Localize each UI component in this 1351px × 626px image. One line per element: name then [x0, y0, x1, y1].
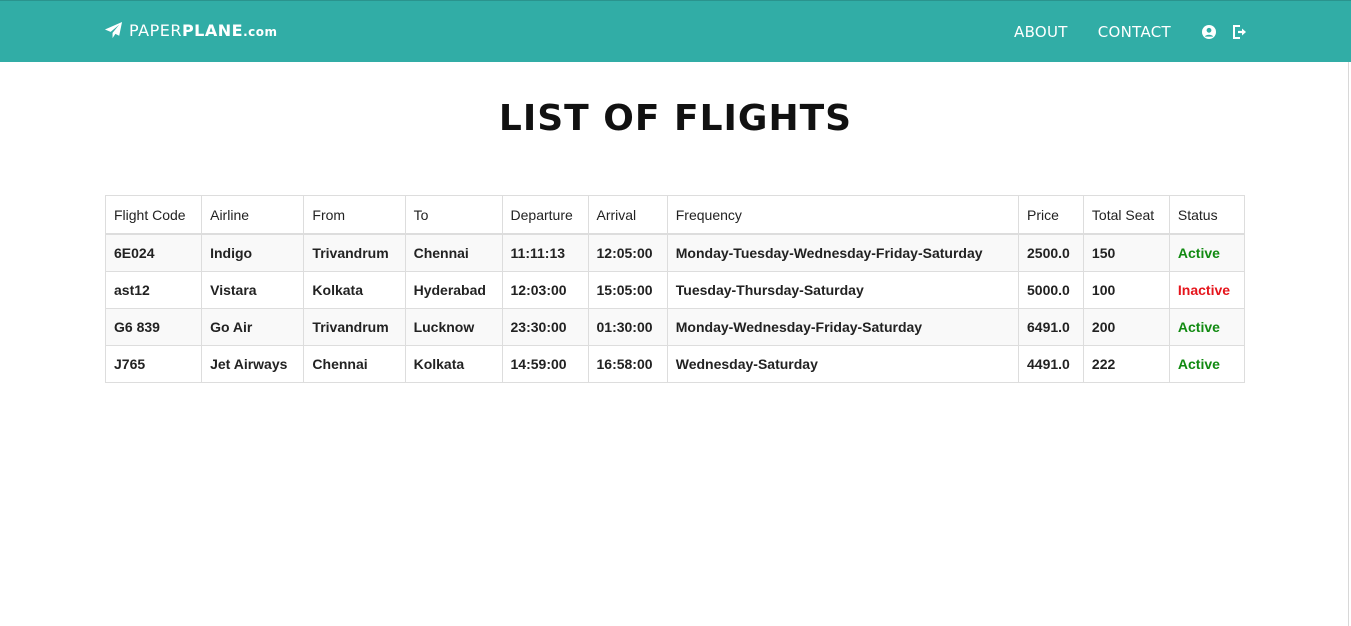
cell-frequency: Monday-Tuesday-Wednesday-Friday-Saturday — [666, 233, 1020, 272]
logout-icon[interactable] — [1231, 24, 1247, 40]
page-title: LIST OF FLIGHTS — [498, 98, 853, 139]
header-from: From — [303, 195, 406, 235]
cell-to: Chennai — [404, 233, 503, 272]
table-row: J765 Jet Airways Chennai Kolkata 14:59:0… — [104, 345, 1246, 383]
header-departure: Departure — [501, 195, 589, 235]
header-flight-code: Flight Code — [104, 195, 203, 235]
brand-logo-link[interactable]: PAPER PLANE .com — [104, 21, 278, 40]
nav-links: ABOUT CONTACT — [984, 1, 1247, 63]
cell-departure: 11:11:13 — [501, 233, 589, 272]
cell-arrival: 15:05:00 — [587, 271, 668, 309]
cell-price: 4491.0 — [1018, 345, 1084, 383]
cell-airline: Go Air — [201, 308, 305, 346]
cell-from: Trivandrum — [303, 308, 406, 346]
cell-status: Active — [1168, 308, 1246, 346]
brand-name-light: PAPER — [129, 21, 182, 40]
cell-status: Inactive — [1168, 271, 1246, 309]
cell-frequency: Tuesday-Thursday-Saturday — [666, 271, 1020, 309]
cell-flight-code: J765 — [104, 345, 203, 383]
cell-flight-code: 6E024 — [104, 233, 203, 272]
cell-from: Chennai — [303, 345, 406, 383]
user-icon[interactable] — [1201, 24, 1217, 40]
header-frequency: Frequency — [666, 195, 1020, 235]
cell-price: 2500.0 — [1018, 233, 1084, 272]
cell-flight-code: ast12 — [104, 271, 203, 309]
cell-status: Active — [1168, 233, 1246, 272]
cell-total-seat: 150 — [1082, 233, 1170, 272]
brand-name-bold: PLANE — [181, 21, 244, 40]
cell-departure: 23:30:00 — [501, 308, 589, 346]
cell-total-seat: 222 — [1082, 345, 1170, 383]
header-arrival: Arrival — [587, 195, 668, 235]
cell-from: Trivandrum — [303, 233, 406, 272]
paper-plane-icon — [104, 21, 123, 39]
header-airline: Airline — [201, 195, 305, 235]
cell-airline: Jet Airways — [201, 345, 305, 383]
cell-departure: 14:59:00 — [501, 345, 589, 383]
cell-airline: Indigo — [201, 233, 305, 272]
scrollbar-edge — [1348, 62, 1349, 626]
cell-from: Kolkata — [303, 271, 406, 309]
header-to: To — [404, 195, 503, 235]
brand-name-suffix: .com — [243, 25, 278, 39]
cell-departure: 12:03:00 — [501, 271, 589, 309]
navbar: PAPER PLANE .com ABOUT CONTACT — [0, 0, 1351, 62]
cell-frequency: Wednesday-Saturday — [666, 345, 1020, 383]
cell-flight-code: G6 839 — [104, 308, 203, 346]
header-status: Status — [1168, 195, 1246, 235]
header-price: Price — [1018, 195, 1084, 235]
cell-airline: Vistara — [201, 271, 305, 309]
table-row: G6 839 Go Air Trivandrum Lucknow 23:30:0… — [104, 308, 1246, 346]
nav-link-contact[interactable]: CONTACT — [1098, 23, 1171, 41]
header-total-seat: Total Seat — [1082, 195, 1170, 235]
flights-table: Flight Code Airline From To Departure Ar… — [104, 195, 1246, 383]
cell-total-seat: 200 — [1082, 308, 1170, 346]
cell-status: Active — [1168, 345, 1246, 383]
cell-arrival: 01:30:00 — [587, 308, 668, 346]
table-header-row: Flight Code Airline From To Departure Ar… — [104, 195, 1246, 235]
cell-to: Kolkata — [404, 345, 503, 383]
table-row: 6E024 Indigo Trivandrum Chennai 11:11:13… — [104, 233, 1246, 272]
cell-to: Hyderabad — [404, 271, 503, 309]
cell-total-seat: 100 — [1082, 271, 1170, 309]
cell-price: 5000.0 — [1018, 271, 1084, 309]
table-row: ast12 Vistara Kolkata Hyderabad 12:03:00… — [104, 271, 1246, 309]
cell-arrival: 12:05:00 — [587, 233, 668, 272]
cell-arrival: 16:58:00 — [587, 345, 668, 383]
cell-frequency: Monday-Wednesday-Friday-Saturday — [666, 308, 1020, 346]
cell-price: 6491.0 — [1018, 308, 1084, 346]
nav-link-about[interactable]: ABOUT — [1014, 23, 1068, 41]
cell-to: Lucknow — [404, 308, 503, 346]
